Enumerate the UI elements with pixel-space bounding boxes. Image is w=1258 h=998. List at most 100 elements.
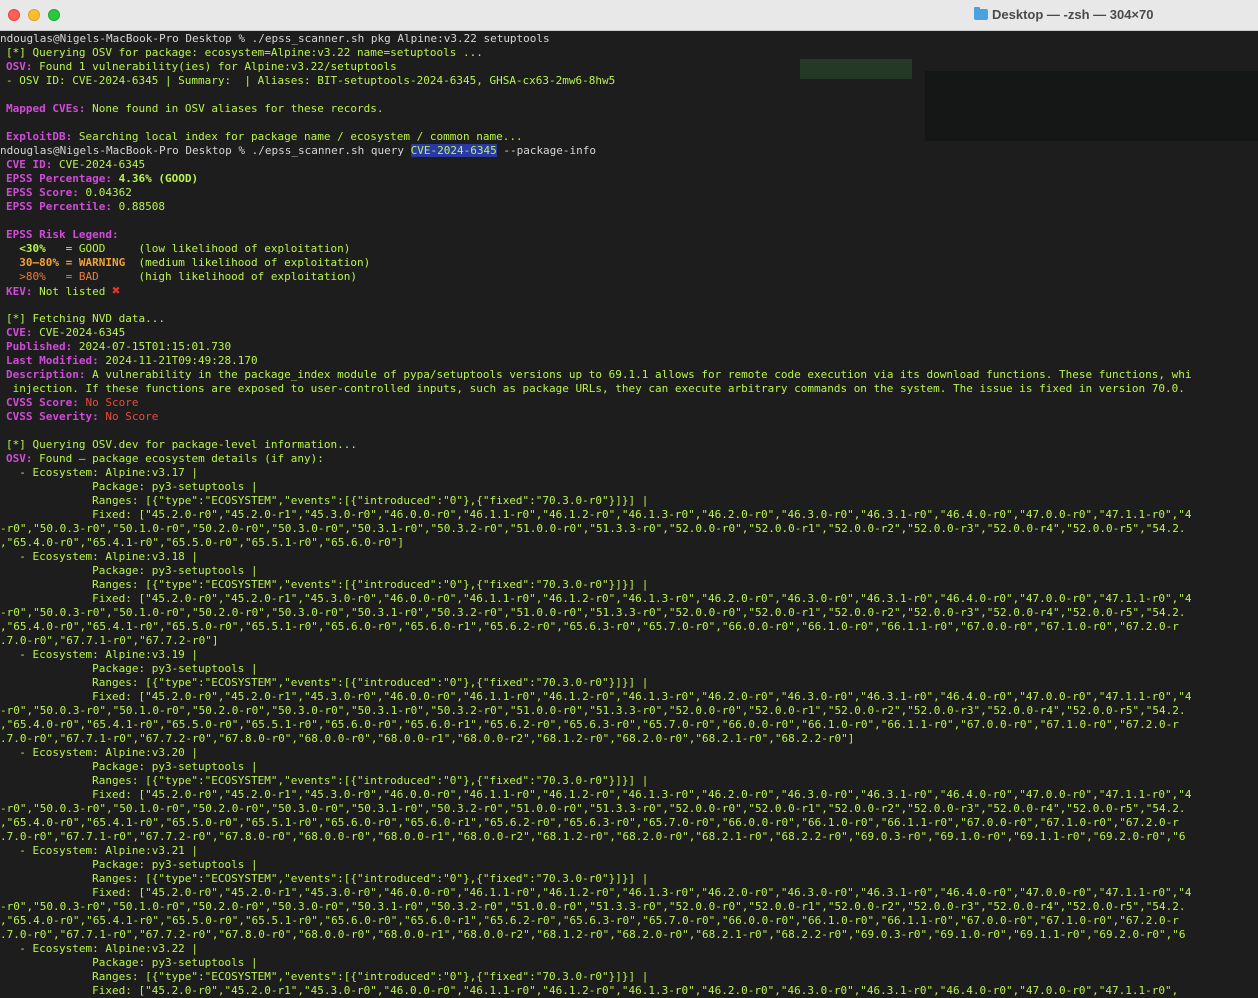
terminal-line: EPSS Percentage: 4.36% (GOOD): [6, 172, 1191, 186]
legend-bad: >80% = BAD (high likelihood of exploitat…: [6, 270, 1191, 284]
value: 2024-11-21T09:49:28.170: [98, 354, 258, 367]
fixed-line: Fixed: ["45.2.0-r0","45.2.0-r1","45.3.0-…: [6, 788, 1192, 801]
cross-mark-icon: ✖: [111, 283, 121, 299]
terminal-line: OSV: Found 1 vulnerability(ies) for Alpi…: [6, 60, 1191, 74]
fixed-line: -r0","50.0.3-r0","50.1.0-r0","50.2.0-r0"…: [0, 606, 1186, 619]
zoom-button[interactable]: [48, 9, 60, 21]
fixed-line: .7.0-r0","67.7.1-r0","67.7.2-r0"]: [0, 634, 219, 647]
label: EPSS Score:: [6, 186, 79, 199]
label: OSV:: [6, 452, 33, 465]
minimize-button[interactable]: [28, 9, 40, 21]
value: No Score: [78, 396, 139, 409]
label: Published:: [6, 340, 73, 353]
fixed-line: ,"65.4.0-r0","65.4.1-r0","65.5.0-r0","65…: [0, 536, 404, 549]
fixed-line: -r0","50.0.3-r0","50.1.0-r0","50.2.0-r0"…: [0, 802, 1186, 815]
value: Not listed: [32, 285, 112, 298]
fixed-line: Fixed: ["45.2.0-r0","45.2.0-r1","45.3.0-…: [6, 886, 1192, 899]
terminal-line: - OSV ID: CVE-2024-6345 | Summary: | Ali…: [6, 74, 616, 87]
terminal-line: Last Modified: 2024-11-21T09:49:28.170: [6, 354, 1191, 368]
label: Description:: [6, 368, 86, 381]
fixed-line: ,"65.4.0-r0","65.4.1-r0","65.5.0-r0","65…: [0, 914, 1179, 927]
fixed-line: ,"65.4.0-r0","65.4.1-r0","65.5.0-r0","65…: [0, 816, 1179, 829]
terminal-line: [*] Fetching NVD data...: [6, 312, 165, 325]
fixed-line: .7.0-r0","67.7.1-r0","67.7.2-r0","67.8.0…: [0, 732, 855, 745]
legend-range: <30%: [6, 242, 46, 255]
terminal-line: CVSS Score: No Score: [6, 396, 1191, 410]
terminal-output[interactable]: ndouglas@Nigels-MacBook-Pro Desktop % ./…: [0, 31, 1258, 998]
terminal-line: ndouglas@Nigels-MacBook-Pro Desktop % ./…: [0, 144, 1191, 158]
legend-warning: 30–80% = WARNING (medium likelihood of e…: [6, 256, 1191, 270]
legend-text: (medium likelihood of exploitation): [125, 256, 371, 269]
terminal-lines: ndouglas@Nigels-MacBook-Pro Desktop % ./…: [0, 32, 1192, 998]
ranges-line: Ranges: [{"type":"ECOSYSTEM","events":[{…: [6, 578, 649, 591]
value: CVE-2024-6345: [52, 158, 146, 171]
value: A vulnerability in the package_index mod…: [85, 368, 1192, 381]
package-line: Package: py3-setuptools |: [6, 662, 258, 675]
label: CVSS Severity:: [6, 410, 99, 423]
label: CVE ID:: [6, 158, 53, 171]
legend-range: >80%: [6, 270, 46, 283]
legend-level: = BAD: [45, 270, 99, 283]
terminal-line: ExploitDB: Searching local index for pac…: [6, 130, 1191, 144]
terminal-line: Published: 2024-07-15T01:15:01.730: [6, 340, 1191, 354]
fixed-line: .7.0-r0","67.7.1-r0","67.7.2-r0","67.8.0…: [0, 830, 1186, 843]
package-line: Package: py3-setuptools |: [6, 956, 258, 969]
selected-text[interactable]: CVE-2024-6345: [410, 144, 497, 157]
prompt: ndouglas@Nigels-MacBook-Pro Desktop % ./…: [0, 144, 411, 157]
value: 0.88508: [111, 200, 165, 213]
terminal-line: EPSS Percentile: 0.88508: [6, 200, 1191, 214]
terminal-line: ndouglas@Nigels-MacBook-Pro Desktop % ./…: [0, 32, 550, 45]
ecosystem-line: - Ecosystem: Alpine:v3.20 |: [6, 746, 199, 759]
label: OSV:: [6, 60, 33, 73]
fixed-line: Fixed: ["45.2.0-r0","45.2.0-r1","45.3.0-…: [6, 690, 1192, 703]
value: 4.36% (GOOD): [111, 172, 199, 185]
value: Searching local index for package name /…: [72, 130, 523, 143]
ranges-line: Ranges: [{"type":"ECOSYSTEM","events":[{…: [6, 774, 649, 787]
close-button[interactable]: [8, 9, 20, 21]
title-bar: Desktop — -zsh — 304×70: [0, 0, 1258, 31]
ecosystem-line: - Ecosystem: Alpine:v3.17 |: [6, 466, 199, 479]
terminal-line: OSV: Found – package ecosystem details (…: [6, 452, 1191, 466]
legend-range: 30–80%: [6, 256, 59, 269]
ranges-line: Ranges: [{"type":"ECOSYSTEM","events":[{…: [6, 676, 649, 689]
fixed-line: Fixed: ["45.2.0-r0","45.2.0-r1","45.3.0-…: [6, 508, 1192, 521]
package-line: Package: py3-setuptools |: [6, 760, 258, 773]
legend-good: <30% = GOOD (low likelihood of exploitat…: [6, 242, 1191, 256]
terminal-line: Description: A vulnerability in the pack…: [6, 368, 1191, 382]
legend-title: EPSS Risk Legend:: [6, 228, 119, 241]
window-title: Desktop — -zsh — 304×70: [974, 7, 1153, 22]
folder-icon: [974, 7, 988, 20]
label: EPSS Percentage:: [6, 172, 112, 185]
legend-text: = GOOD (low likelihood of exploitation): [45, 242, 351, 255]
ranges-line: Ranges: [{"type":"ECOSYSTEM","events":[{…: [6, 494, 649, 507]
label: EPSS Percentile:: [6, 200, 112, 213]
value: No Score: [98, 410, 159, 423]
ecosystem-line: - Ecosystem: Alpine:v3.21 |: [6, 844, 199, 857]
window-title-text: Desktop — -zsh — 304×70: [992, 7, 1154, 22]
terminal-line: injection. If these functions are expose…: [6, 382, 1185, 395]
label: Mapped CVEs:: [6, 102, 86, 115]
label: CVE:: [6, 326, 33, 339]
fixed-line: -r0","50.0.3-r0","50.1.0-r0","50.2.0-r0"…: [0, 704, 1186, 717]
fixed-line: -r0","50.0.3-r0","50.1.0-r0","50.2.0-r0"…: [0, 900, 1186, 913]
fixed-line: -r0","50.0.3-r0","50.1.0-r0","50.2.0-r0"…: [0, 522, 1186, 535]
label: Last Modified:: [6, 354, 99, 367]
fixed-line: Fixed: ["45.2.0-r0","45.2.0-r1","45.3.0-…: [6, 984, 1179, 997]
ecosystem-line: - Ecosystem: Alpine:v3.19 |: [6, 648, 199, 661]
legend-text: (high likelihood of exploitation): [98, 270, 358, 283]
ecosystem-line: - Ecosystem: Alpine:v3.18 |: [6, 550, 199, 563]
fixed-line: .7.0-r0","67.7.1-r0","67.7.2-r0","67.8.0…: [0, 928, 1186, 941]
label: CVSS Score:: [6, 396, 79, 409]
command-args: --package-info: [496, 144, 597, 157]
value: CVE-2024-6345: [32, 326, 126, 339]
fixed-line: ,"65.4.0-r0","65.4.1-r0","65.5.0-r0","65…: [0, 718, 1179, 731]
value: Found – package ecosystem details (if an…: [32, 452, 324, 465]
terminal-line: KEV: Not listed ✖: [6, 284, 1191, 298]
value: None found in OSV aliases for these reco…: [85, 102, 384, 115]
terminal-line: CVSS Severity: No Score: [6, 410, 1191, 424]
legend-level: = WARNING: [58, 256, 126, 269]
